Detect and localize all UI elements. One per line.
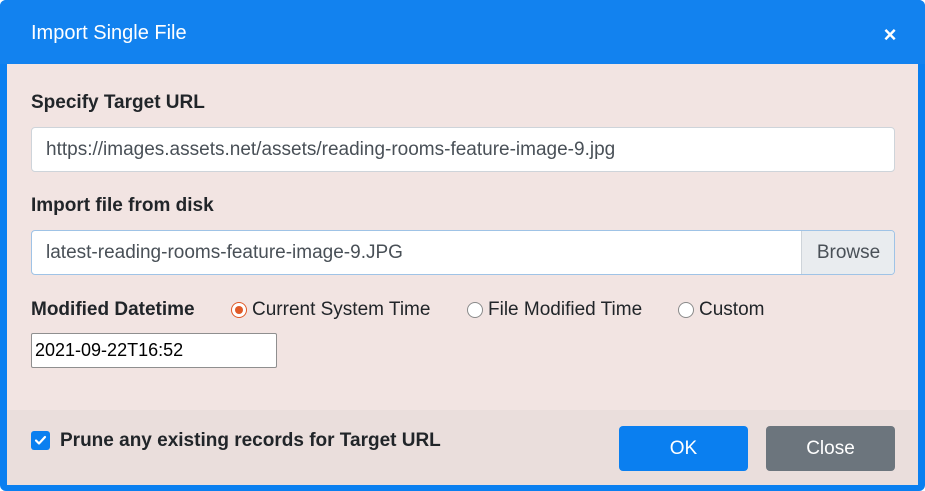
radio-label-current-system-time[interactable]: Current System Time [252, 298, 430, 322]
dialog-header: Import Single File × [0, 0, 925, 64]
close-button[interactable]: Close [766, 426, 895, 471]
modified-datetime-label: Modified Datetime [31, 299, 195, 320]
ok-button[interactable]: OK [619, 426, 748, 471]
import-dialog: Import Single File × Specify Target URL … [0, 0, 925, 491]
radio-custom[interactable] [678, 302, 694, 318]
radio-label-custom[interactable]: Custom [699, 298, 764, 322]
datetime-input[interactable]: 2021-09-22T16:52 [31, 333, 277, 368]
close-icon[interactable]: × [880, 24, 900, 46]
radio-current-system-time[interactable] [231, 302, 247, 318]
file-input-group: latest-reading-rooms-feature-image-9.JPG… [31, 230, 895, 275]
prune-checkbox[interactable] [31, 431, 50, 450]
prune-label[interactable]: Prune any existing records for Target UR… [60, 429, 441, 453]
radio-label-file-modified-time[interactable]: File Modified Time [488, 298, 642, 322]
check-icon [34, 435, 47, 445]
import-file-label: Import file from disk [31, 195, 214, 216]
target-url-input[interactable] [31, 127, 895, 172]
dialog-title: Import Single File [31, 22, 187, 44]
browse-button[interactable]: Browse [801, 231, 894, 274]
target-url-label: Specify Target URL [31, 92, 205, 113]
file-name-input[interactable]: latest-reading-rooms-feature-image-9.JPG [32, 231, 801, 274]
radio-file-modified-time[interactable] [467, 302, 483, 318]
